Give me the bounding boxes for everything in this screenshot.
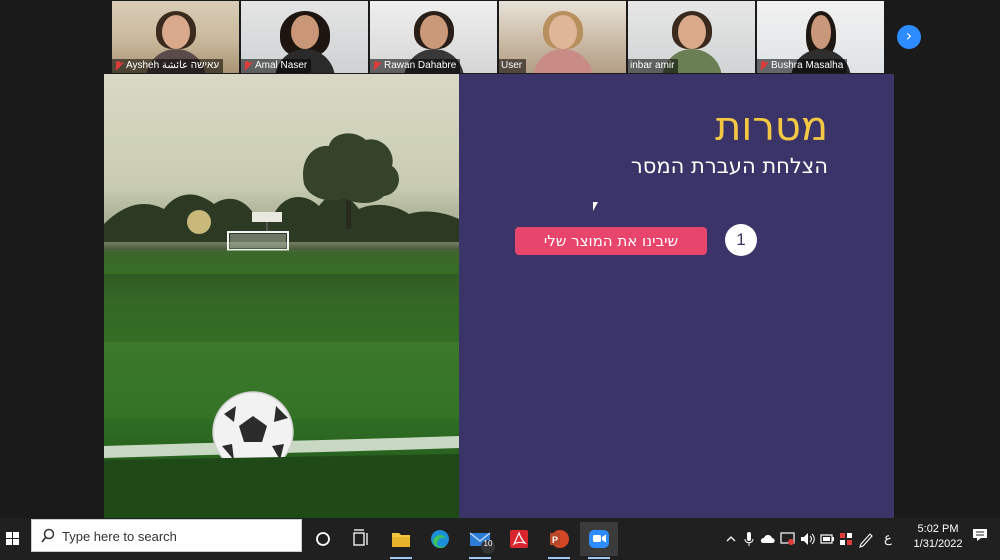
participant-tile-aysheh[interactable]: Aysheh עאישה عائشة: [112, 1, 239, 73]
search-icon: [41, 528, 55, 543]
file-explorer-icon: [392, 533, 410, 547]
participant-name-bar: Aysheh עאישה عائشة: [112, 59, 224, 73]
app-tray-icon[interactable]: [838, 530, 854, 548]
edge-button[interactable]: [421, 522, 459, 556]
slide-subtitle: הצלחת העברת המסר: [630, 154, 828, 178]
input-language-indicator[interactable]: ع: [884, 530, 892, 548]
clock-time: 5:02 PM: [917, 523, 959, 535]
slide-content-panel: מטרות הצלחת העברת המסר 1 שיבינו את המוצר…: [459, 74, 894, 520]
cortana-button[interactable]: [304, 522, 342, 556]
participant-name: Aysheh עאישה عائشة: [126, 60, 220, 71]
mic-muted-icon: [114, 61, 123, 71]
participant-name: Rawan Dahabre: [384, 60, 457, 71]
participant-tile-rawan[interactable]: Rawan Dahabre: [370, 1, 497, 73]
taskbar-clock[interactable]: 5:02 PM 1/31/2022: [908, 522, 968, 552]
action-center-button[interactable]: [972, 528, 988, 542]
goal-item-label: שיבינו את המוצר שלי: [515, 227, 707, 255]
battery-icon[interactable]: [820, 530, 836, 548]
participant-strip: Aysheh עאישה عائشة Amal Naser Rawan Daha…: [0, 0, 1000, 74]
screen: Aysheh עאישה عائشة Amal Naser Rawan Daha…: [0, 0, 1000, 560]
edge-icon: [431, 530, 449, 549]
acrobat-button[interactable]: [500, 522, 538, 556]
task-view-button[interactable]: [342, 522, 380, 556]
file-explorer-button[interactable]: [382, 522, 420, 559]
participant-name-bar: Bushra Masalha: [757, 59, 848, 73]
gallery-next-button[interactable]: ›: [897, 25, 921, 49]
tray-overflow-chevron-icon[interactable]: [726, 530, 736, 548]
microphone-icon[interactable]: [744, 530, 754, 548]
participant-name-bar: User: [499, 59, 527, 73]
participant-tile-bushra[interactable]: Bushra Masalha: [757, 1, 884, 73]
mail-badge: 10: [483, 539, 493, 548]
taskbar-search-input[interactable]: Type here to search: [31, 519, 302, 552]
mic-muted-icon: [372, 61, 381, 71]
notification-icon: [973, 529, 987, 541]
participant-name-bar: Rawan Dahabre: [370, 59, 461, 73]
powerpoint-button[interactable]: P: [540, 522, 578, 559]
shared-slide: מטרות הצלחת העברת המסר 1 שיבינו את המוצר…: [104, 74, 894, 520]
task-view-icon: [353, 529, 368, 546]
soccer-field-photo: [104, 74, 459, 520]
powerpoint-icon: P: [550, 530, 569, 548]
zoom-button[interactable]: [580, 522, 618, 559]
volume-icon[interactable]: [800, 530, 816, 548]
goal-item-number: 1: [725, 224, 757, 256]
search-placeholder: Type here to search: [62, 529, 177, 544]
clock-date: 1/31/2022: [913, 538, 963, 550]
mic-muted-icon: [759, 61, 768, 71]
svg-text:P: P: [552, 535, 558, 545]
participant-name: Amal Naser: [255, 60, 308, 71]
mouse-cursor-icon: [593, 202, 603, 211]
chevron-right-icon: ›: [905, 26, 913, 45]
windows-taskbar: Type here to search 10 P ع 5:02 PM 1/31/…: [0, 518, 1000, 560]
acrobat-icon: [510, 530, 528, 548]
cortana-circle-icon: [316, 532, 330, 546]
mail-button[interactable]: 10: [461, 522, 499, 559]
participant-name-bar: inbar amir: [628, 59, 679, 73]
participant-tile-amal[interactable]: Amal Naser: [241, 1, 368, 73]
zoom-icon: [589, 530, 609, 548]
participant-tile-user[interactable]: User: [499, 1, 626, 73]
participant-name: Bushra Masalha: [771, 60, 844, 71]
participant-name-bar: Amal Naser: [241, 59, 312, 73]
soccer-field-image: [104, 133, 459, 520]
mic-muted-icon: [243, 61, 252, 71]
participant-name: User: [501, 60, 523, 71]
pen-tool-icon[interactable]: [858, 530, 874, 548]
windows-logo-icon: [6, 532, 20, 546]
slide-title: מטרות: [715, 104, 828, 150]
onedrive-cloud-icon[interactable]: [760, 530, 776, 548]
participant-tile-inbar[interactable]: inbar amir: [628, 1, 755, 73]
start-button[interactable]: [0, 518, 26, 560]
participant-name: inbar amir: [630, 60, 675, 71]
screen-record-icon[interactable]: [780, 530, 796, 548]
